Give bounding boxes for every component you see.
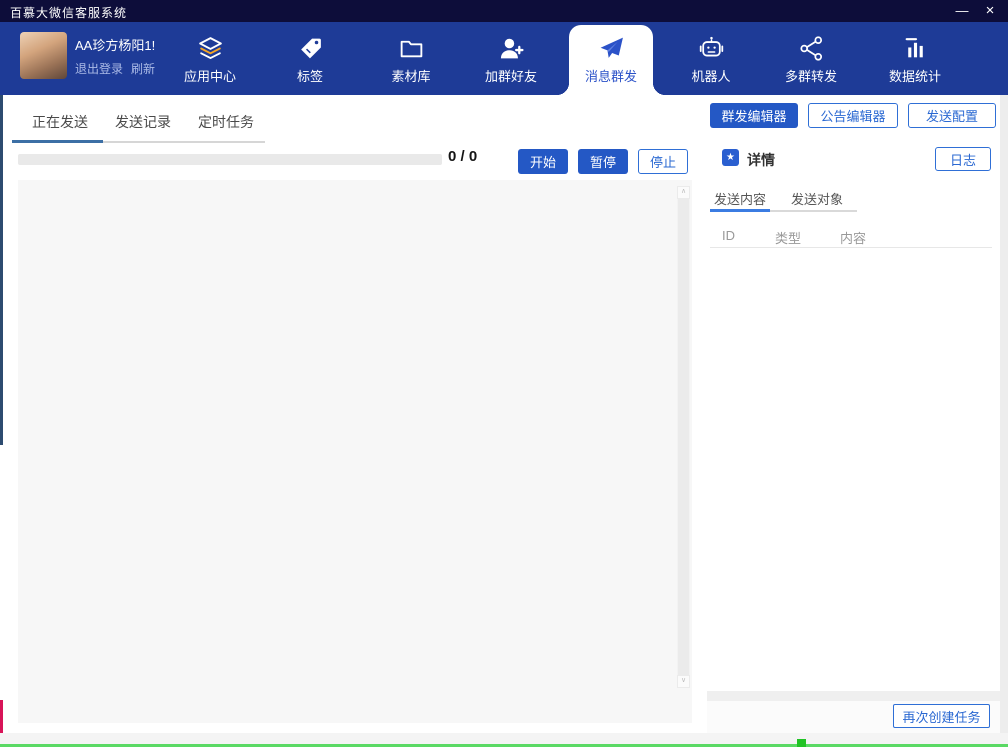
background-edge-strip <box>0 95 3 445</box>
bar-chart-icon <box>902 35 929 62</box>
paper-plane-icon <box>598 35 625 62</box>
column-header-content: 内容 <box>840 228 866 247</box>
nav-item-label: 加群好友 <box>485 66 537 85</box>
pause-button[interactable]: 暂停 <box>578 149 628 174</box>
nav-item-label: 消息群发 <box>585 66 637 85</box>
active-tab-underline <box>12 140 103 143</box>
minimize-icon[interactable]: — <box>950 1 974 21</box>
nav-item-app-center[interactable]: 应用中心 <box>168 25 252 95</box>
nav-item-tags[interactable]: 标签 <box>268 25 352 95</box>
nav-item-label: 机器人 <box>691 66 730 85</box>
tab-send-content[interactable]: 发送内容 <box>714 189 766 208</box>
nav-item-label: 数据统计 <box>889 66 941 85</box>
nav-item-multi-group-forward[interactable]: 多群转发 <box>769 25 853 95</box>
user-name: AA珍方杨阳1! <box>75 35 155 54</box>
star-badge-icon: ★ <box>722 149 739 166</box>
nav-item-label: 素材库 <box>391 66 430 85</box>
detail-card <box>707 135 1000 691</box>
nav-item-data-statistics[interactable]: 数据统计 <box>873 25 957 95</box>
scrollbar-up-icon[interactable]: ∧ <box>677 186 690 199</box>
nav-item-material-library[interactable]: 素材库 <box>369 25 453 95</box>
tab-divider-line <box>770 210 857 212</box>
share-icon <box>798 35 825 62</box>
scrollbar-down-icon[interactable]: ∨ <box>677 675 690 688</box>
stop-button[interactable]: 停止 <box>638 149 688 174</box>
scrollbar-thumb[interactable] <box>678 199 689 675</box>
folder-icon <box>398 35 425 62</box>
add-friend-icon <box>498 35 525 62</box>
detail-title: 详情 <box>747 150 775 170</box>
close-icon[interactable]: × <box>978 1 1002 21</box>
nav-item-add-group-friends[interactable]: 加群好友 <box>469 25 553 95</box>
progress-bar <box>18 154 442 165</box>
table-header-divider <box>710 247 992 248</box>
robot-icon <box>698 35 725 62</box>
nav-item-label: 标签 <box>297 66 323 85</box>
tab-sending-now[interactable]: 正在发送 <box>32 112 88 132</box>
layers-icon <box>197 35 224 62</box>
background-edge-strip <box>1000 95 1008 747</box>
column-header-id: ID <box>722 228 735 243</box>
window-title: 百慕大微信客服系统 <box>10 4 127 21</box>
tab-send-history[interactable]: 发送记录 <box>115 112 171 132</box>
scrollbar[interactable]: ∧ ∨ <box>677 186 690 688</box>
titlebar: 百慕大微信客服系统 — × <box>0 0 1008 22</box>
recreate-task-button[interactable]: 再次创建任务 <box>893 704 990 728</box>
column-header-type: 类型 <box>775 228 801 247</box>
group-send-editor-button[interactable]: 群发编辑器 <box>710 103 798 128</box>
nav-item-robot[interactable]: 机器人 <box>669 25 753 95</box>
background-green-dot <box>797 739 806 747</box>
tab-divider-line <box>103 141 265 143</box>
sending-task-list: ∧ ∨ <box>18 180 692 723</box>
progress-count: 0 / 0 <box>448 148 477 165</box>
active-tab-underline <box>710 209 770 212</box>
panel-gap <box>707 691 1000 701</box>
logout-link[interactable]: 退出登录 <box>75 60 123 77</box>
send-config-button[interactable]: 发送配置 <box>908 103 996 128</box>
nav-item-label: 多群转发 <box>785 66 837 85</box>
refresh-link[interactable]: 刷新 <box>131 60 155 77</box>
tab-scheduled-tasks[interactable]: 定时任务 <box>198 112 254 132</box>
navbar: AA珍方杨阳1! 退出登录 刷新 应用中心 标签 <box>0 22 1008 95</box>
tab-send-targets[interactable]: 发送对象 <box>791 189 843 208</box>
log-button[interactable]: 日志 <box>935 147 991 171</box>
nav-item-label: 应用中心 <box>184 66 236 85</box>
start-button[interactable]: 开始 <box>518 149 568 174</box>
notice-editor-button[interactable]: 公告编辑器 <box>808 103 898 128</box>
avatar[interactable] <box>20 32 67 79</box>
nav-item-message-broadcast[interactable]: 消息群发 <box>569 25 653 95</box>
app-window: 百慕大微信客服系统 — × AA珍方杨阳1! 退出登录 刷新 应用中心 <box>0 0 1008 747</box>
tag-icon <box>297 35 324 62</box>
